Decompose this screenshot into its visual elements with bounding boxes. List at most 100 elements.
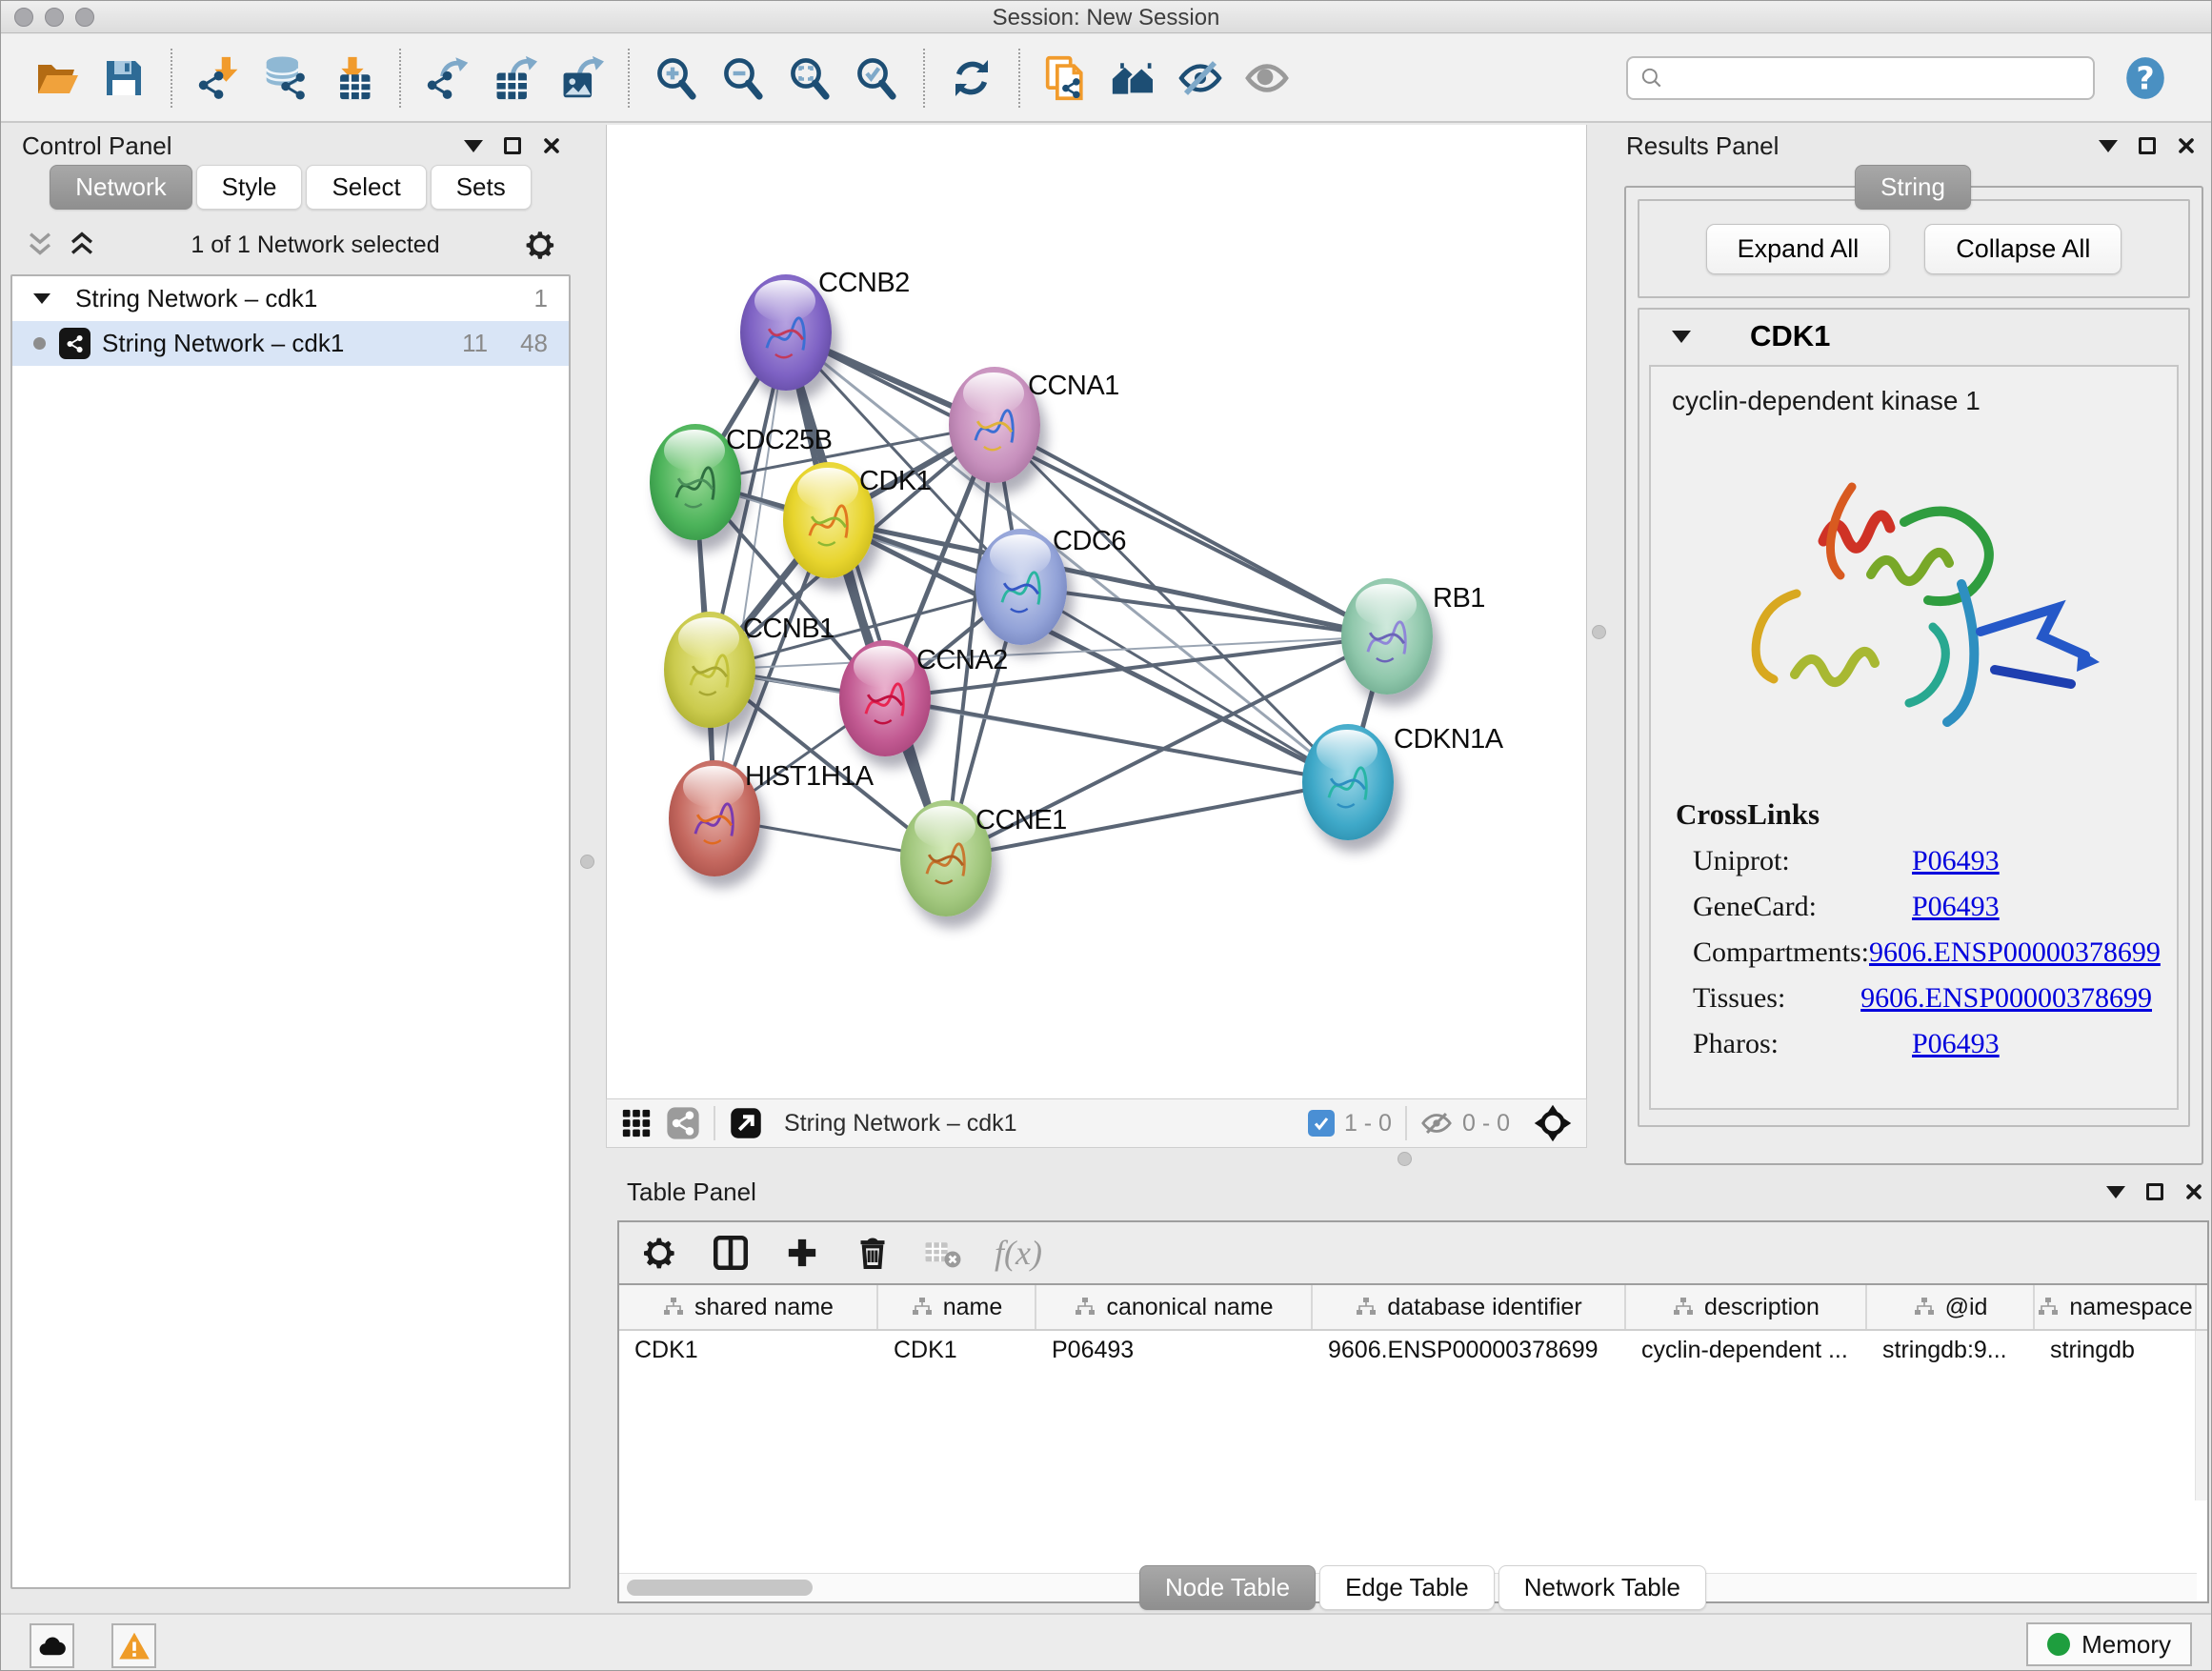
birdseye-grid-icon[interactable] — [620, 1107, 653, 1139]
panel-menu-icon[interactable] — [2106, 1186, 2125, 1198]
detach-view-icon[interactable] — [729, 1106, 763, 1140]
edge-CDC6-RB1[interactable] — [1021, 587, 1387, 636]
column-header-canonical-name[interactable]: canonical name — [1036, 1285, 1313, 1329]
results-tab-string[interactable]: String — [1855, 165, 1971, 210]
entry-expander-icon[interactable] — [1672, 331, 1691, 343]
network-node-CCNB1[interactable] — [664, 612, 755, 728]
import-network-from-file-button[interactable] — [191, 50, 247, 106]
zoom-in-button[interactable] — [649, 50, 704, 106]
show-columns-icon[interactable] — [711, 1233, 751, 1273]
open-session-button[interactable] — [30, 50, 85, 106]
clone-network-button[interactable] — [1039, 50, 1095, 106]
column-header-namespace[interactable]: namespace — [2035, 1285, 2197, 1329]
float-panel-icon[interactable] — [504, 137, 521, 154]
network-view-canvas[interactable]: CCNB2CCNA1CDC25BCDK1CDC6RB1CCNB1CCNA2CDK… — [606, 125, 1587, 1098]
function-builder-icon[interactable]: f(x) — [995, 1233, 1042, 1273]
zoom-selected-button[interactable] — [849, 50, 904, 106]
delete-table-icon[interactable] — [924, 1234, 962, 1272]
column-header-shared-name[interactable]: shared name — [619, 1285, 878, 1329]
refresh-view-button[interactable] — [944, 50, 999, 106]
memory-button[interactable]: Memory — [2026, 1622, 2192, 1666]
search-input[interactable] — [1674, 65, 2081, 91]
tab-network[interactable]: Network — [50, 165, 191, 210]
table-cell[interactable]: CDK1 — [878, 1331, 1036, 1373]
collapse-all-button[interactable]: Collapse All — [1924, 224, 2122, 274]
scrollbar-thumb[interactable] — [627, 1580, 813, 1596]
cloud-status-button[interactable] — [30, 1623, 74, 1668]
import-network-from-database-button[interactable] — [258, 50, 313, 106]
export-network-button[interactable] — [420, 50, 475, 106]
column-header-description[interactable]: description — [1626, 1285, 1867, 1329]
hidden-eye-icon — [1420, 1107, 1453, 1139]
main-toolbar: ? — [1, 34, 2211, 123]
export-image-button[interactable] — [553, 50, 609, 106]
close-panel-icon[interactable] — [542, 136, 561, 155]
float-panel-icon[interactable] — [2139, 137, 2156, 154]
crosslink-link[interactable]: 9606.ENSP00000378699 — [1869, 936, 2161, 969]
close-panel-icon[interactable] — [2184, 1182, 2203, 1201]
network-collection-row[interactable]: String Network – cdk1 1 — [12, 276, 569, 321]
tab-network-table[interactable]: Network Table — [1498, 1565, 1706, 1610]
network-row[interactable]: String Network – cdk1 11 48 — [12, 321, 569, 366]
table-panel: Table Panel f(x) shared namenamecanonica… — [615, 1173, 2212, 1621]
expand-all-icon[interactable] — [66, 231, 98, 259]
network-label: String Network – cdk1 — [102, 329, 344, 358]
crosslink-link[interactable]: P06493 — [1912, 1028, 2000, 1060]
table-cell[interactable]: cyclin-dependent ... — [1626, 1331, 1867, 1373]
network-node-CCNA1[interactable] — [949, 367, 1040, 483]
tab-edge-table[interactable]: Edge Table — [1319, 1565, 1495, 1610]
center-view-crosshair-icon[interactable] — [1533, 1103, 1573, 1143]
expand-all-button[interactable]: Expand All — [1706, 224, 1891, 274]
horizontal-splitter-handle[interactable] — [1398, 1152, 1412, 1166]
tree-expander-icon[interactable] — [33, 293, 50, 304]
help-button[interactable]: ? — [2122, 54, 2169, 102]
crosslink-link[interactable]: P06493 — [1912, 845, 2000, 877]
column-header-database-identifier[interactable]: database identifier — [1313, 1285, 1626, 1329]
crosslink-link[interactable]: P06493 — [1912, 891, 2000, 923]
network-node-CDKN1A[interactable] — [1302, 724, 1394, 840]
table-cell[interactable]: P06493 — [1036, 1331, 1313, 1373]
add-column-icon[interactable] — [783, 1234, 821, 1272]
node-label-HIST1H1A: HIST1H1A — [745, 761, 874, 793]
close-panel-icon[interactable] — [2177, 136, 2196, 155]
save-session-button[interactable] — [96, 50, 151, 106]
zoom-out-button[interactable] — [715, 50, 771, 106]
hidden-counts: 0 - 0 — [1462, 1110, 1510, 1137]
show-all-button[interactable] — [1239, 50, 1295, 106]
panel-menu-icon[interactable] — [2099, 140, 2118, 152]
export-table-button[interactable] — [487, 50, 542, 106]
gear-icon[interactable] — [523, 228, 557, 262]
selected-checkbox-icon[interactable] — [1308, 1110, 1335, 1137]
table-cell[interactable]: stringdb:9... — [1867, 1331, 2035, 1373]
table-cell[interactable]: CDK1 — [619, 1331, 878, 1373]
delete-column-trash-icon[interactable] — [854, 1234, 892, 1272]
open-folder-icon — [34, 55, 80, 101]
tab-style[interactable]: Style — [196, 165, 303, 210]
tab-node-table[interactable]: Node Table — [1139, 1565, 1316, 1610]
table-cell[interactable]: 9606.ENSP00000378699 — [1313, 1331, 1626, 1373]
tab-sets[interactable]: Sets — [431, 165, 532, 210]
first-neighbors-button[interactable] — [1106, 50, 1161, 106]
tab-select[interactable]: Select — [306, 165, 426, 210]
crosslink-link[interactable]: 9606.ENSP00000378699 — [1860, 982, 2152, 1015]
column-header--id[interactable]: @id — [1867, 1285, 2035, 1329]
right-splitter-handle[interactable] — [1592, 625, 1606, 639]
column-header-name[interactable]: name — [878, 1285, 1036, 1329]
import-table-from-file-button[interactable] — [325, 50, 380, 106]
float-panel-icon[interactable] — [2146, 1183, 2163, 1200]
node-table: shared namenamecanonical namedatabase id… — [619, 1285, 2207, 1529]
left-splitter-handle[interactable] — [580, 855, 594, 869]
hide-selected-button[interactable] — [1173, 50, 1228, 106]
panel-menu-icon[interactable] — [464, 140, 483, 152]
zoom-fit-button[interactable] — [782, 50, 837, 106]
warnings-button[interactable] — [111, 1623, 156, 1668]
table-gear-icon[interactable] — [640, 1234, 678, 1272]
table-cell[interactable]: stringdb — [2035, 1331, 2197, 1373]
network-selected-status: 1 of 1 Network selected — [108, 232, 523, 259]
toolbar-separator — [923, 49, 925, 108]
vertical-scrollbar[interactable] — [2195, 1331, 2207, 1500]
table-row[interactable]: CDK1CDK1P064939606.ENSP00000378699cyclin… — [619, 1331, 2207, 1373]
network-node-RB1[interactable] — [1341, 578, 1433, 695]
share-view-icon[interactable] — [666, 1106, 700, 1140]
collapse-all-icon[interactable] — [24, 231, 56, 259]
